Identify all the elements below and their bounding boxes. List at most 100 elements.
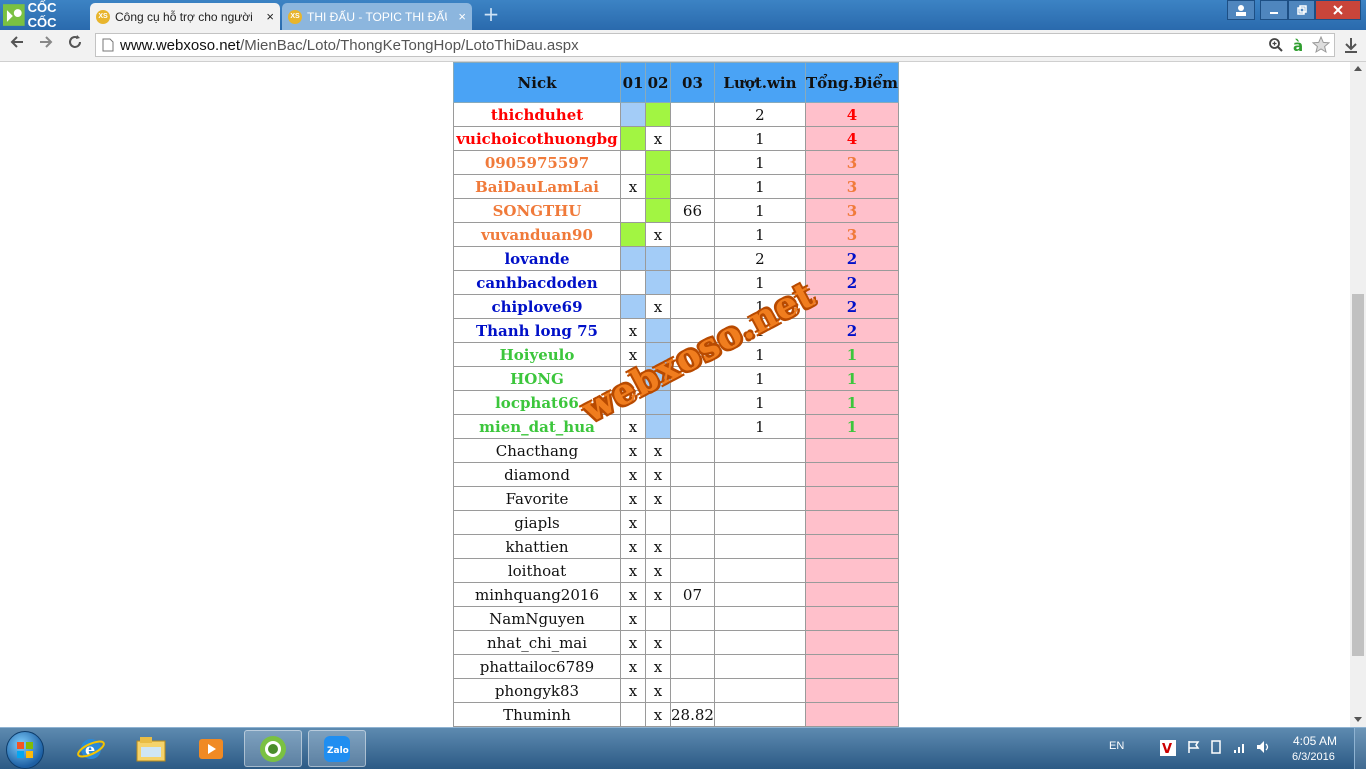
luot-win-cell [713,558,806,583]
tab-active[interactable]: XS Công cụ hỗ trợ cho người × [90,3,280,30]
table-row: vuvanduan90 x 1 3 [453,222,899,247]
page-icon [102,38,114,52]
round-01-cell [620,366,646,391]
url-host: www.webxoso.net [120,37,241,54]
taskbar-internet-explorer[interactable]: e [62,730,120,767]
tong-diem-cell: 3 [804,222,899,247]
tray-network[interactable] [1232,740,1248,756]
nick-cell: NamNguyen [453,606,621,631]
luot-win-cell: 1 [713,198,806,223]
nick-cell: vuichoicothuongbg [453,126,621,151]
reload-icon [69,35,81,48]
tong-diem-cell: 1 [804,414,899,439]
table-row: nhat_chi_mai x x [453,630,899,655]
round-03-cell [670,246,715,271]
new-tab-button[interactable]: + [481,4,501,24]
scroll-up-icon[interactable] [1353,64,1363,72]
signal-icon [1234,744,1244,753]
tray-action-center[interactable] [1186,740,1202,756]
luot-win-cell: 1 [713,174,806,199]
table-row: lovande 2 2 [453,246,899,271]
table-row: vuichoicothuongbg x 1 4 [453,126,899,151]
luot-win-cell [713,510,806,535]
table-row: giapls x [453,510,899,535]
clock-time[interactable]: 4:05 AM [1293,734,1337,748]
tong-diem-cell [804,486,899,511]
windows-logo-icon [17,742,33,758]
zalo-icon: Zalo [324,735,350,762]
tong-diem-cell [804,558,899,583]
round-03-cell [670,678,715,703]
coccoc-logo[interactable]: CỐC CỐC [0,0,88,30]
table-row: Thanh long 75 x 1 2 [453,318,899,343]
table-row: diamond x x [453,462,899,487]
tab-inactive[interactable]: XS THI ĐẤU - TOPIC THI ĐẤU × [282,3,472,30]
back-button[interactable] [6,34,28,56]
taskbar-file-explorer[interactable] [122,730,180,767]
round-02-cell: x [645,126,671,151]
table-row: BaiDauLamLai x 1 3 [453,174,899,199]
round-02-cell: x [645,462,671,487]
url-text[interactable]: www.webxoso.net/MienBac/Loto/ThongKeTong… [120,37,579,54]
tong-diem-cell [804,582,899,607]
windows-taskbar: e Zalo EN V 4:05 AM 6/3/2016 [0,727,1366,769]
round-01-cell [620,390,646,415]
coccoc-logo-icon [3,4,25,26]
close-window-button[interactable] [1315,0,1361,20]
round-03-cell [670,462,715,487]
round-02-cell: x [645,438,671,463]
header-luot-win: Lượt.win [713,62,806,103]
taskbar-coccoc[interactable] [244,730,302,767]
round-01-cell: x [620,678,646,703]
vertical-scrollbar[interactable] [1350,62,1366,727]
coccoc-browser-icon [260,735,286,762]
taskbar-zalo[interactable]: Zalo [308,730,366,767]
start-button[interactable] [6,731,44,769]
nick-cell: canhbacdoden [453,270,621,295]
tong-diem-cell [804,702,899,727]
zoom-icon[interactable] [1268,37,1284,53]
round-03-cell [670,222,715,247]
scrollbar-thumb[interactable] [1352,294,1364,656]
round-02-cell: x [645,558,671,583]
table-row: HONG 1 1 [453,366,899,391]
tray-volume[interactable] [1256,740,1272,756]
tab-close-icon[interactable]: × [266,9,274,24]
address-bar[interactable]: www.webxoso.net/MienBac/Loto/ThongKeTong… [95,33,1335,57]
luot-win-cell [713,654,806,679]
vietnamese-typing-icon[interactable]: à [1291,36,1307,54]
scroll-down-icon[interactable] [1353,716,1363,724]
luot-win-cell [713,678,806,703]
tray-device[interactable] [1208,740,1224,756]
round-01-cell: x [620,510,646,535]
restore-button[interactable] [1288,0,1315,20]
language-indicator[interactable]: EN [1109,740,1124,752]
clock-date[interactable]: 6/3/2016 [1292,751,1335,763]
luot-win-cell: 2 [713,246,806,271]
user-icon [1236,5,1246,16]
reload-button[interactable] [64,34,86,56]
luot-win-cell [713,462,806,487]
luot-win-cell: 1 [713,390,806,415]
round-03-cell [670,102,715,127]
tab-close-icon[interactable]: × [458,9,466,24]
round-01-cell [620,246,646,271]
download-icon[interactable] [1343,37,1359,55]
profile-button[interactable] [1227,0,1255,20]
tong-diem-cell [804,462,899,487]
svg-text:V: V [1162,742,1172,756]
tray-vietkey[interactable]: V [1160,740,1176,757]
table-row: phattailoc6789 x x [453,654,899,679]
show-desktop-button[interactable] [1354,728,1366,769]
taskbar-media-player[interactable] [182,730,240,767]
round-02-cell: x [645,654,671,679]
tong-diem-cell [804,630,899,655]
luot-win-cell [713,702,806,727]
minimize-button[interactable] [1260,0,1288,20]
table-header-row: Nick 01 02 03 Lượt.win Tổng.Điểm [453,62,899,103]
round-01-cell: x [620,582,646,607]
bookmark-star-icon[interactable] [1312,36,1330,54]
luot-win-cell: 1 [713,318,806,343]
round-01-cell: x [620,630,646,655]
forward-button[interactable] [35,34,57,56]
